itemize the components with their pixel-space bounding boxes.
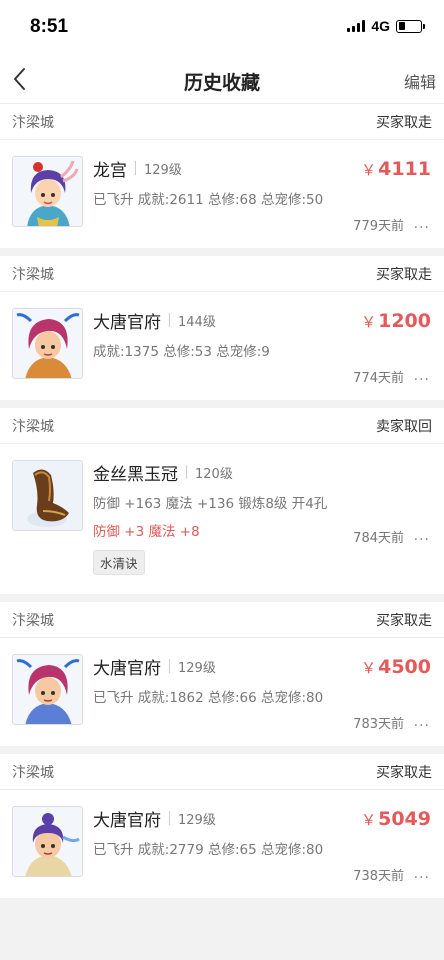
server-name: 汴梁城 — [12, 114, 54, 131]
card-body: 金丝黑玉冠 120级 防御 +163 魔法 +136 锻炼8级 开4孔 防御 +… — [0, 444, 444, 594]
battery-icon — [396, 19, 425, 33]
price-value: 5049 — [378, 808, 431, 830]
price-value: 4500 — [378, 656, 431, 678]
card-header: 汴梁城 买家取走 — [0, 602, 444, 638]
network-label: 4G — [371, 18, 390, 34]
server-name: 汴梁城 — [12, 612, 54, 629]
currency-symbol: ￥ — [361, 161, 377, 179]
status-icons: 4G — [347, 18, 425, 34]
favorite-time: 738天前 — [353, 869, 404, 884]
item-level: 144级 — [178, 314, 216, 330]
trade-status: 买家取走 — [376, 114, 432, 131]
card-header: 汴梁城 买家取走 — [0, 754, 444, 790]
favorite-card[interactable]: 汴梁城 买家取走 大唐官府 144级 成就:1375 总修:53 总宠修:9 ￥… — [0, 256, 444, 400]
item-description: 已飞升 成就:1862 总修:66 总宠修:80 — [93, 690, 324, 706]
character-avatar — [12, 806, 83, 877]
currency-symbol: ￥ — [361, 313, 377, 331]
item-description: 已飞升 成就:2779 总修:65 总宠修:80 — [93, 842, 324, 858]
card-body: 大唐官府 144级 成就:1375 总修:53 总宠修:9 ￥ 1200 774天… — [0, 292, 444, 400]
page-title: 历史收藏 — [183, 72, 260, 94]
price: ￥ 4500 — [361, 656, 431, 678]
more-icon[interactable]: ··· — [414, 372, 430, 388]
item-description: 已飞升 成就:2611 总修:68 总宠修:50 — [93, 192, 324, 208]
price-value: 4111 — [378, 158, 431, 180]
favorite-card[interactable]: 汴梁城 买家取走 大唐官府 129级 已飞升 成就:1862 总修:66 总宠修… — [0, 602, 444, 746]
card-header: 汴梁城 卖家取回 — [0, 408, 444, 444]
more-icon[interactable]: ··· — [414, 532, 430, 548]
item-level: 120级 — [195, 466, 233, 482]
nav-bar: 历史收藏 编辑 — [0, 54, 444, 104]
bonus-magic: 魔法 +8 — [148, 524, 200, 540]
item-level: 129级 — [178, 812, 216, 828]
edit-button[interactable]: 编辑 — [404, 69, 436, 93]
favorite-time: 784天前 — [353, 531, 404, 546]
item-name: 大唐官府 — [93, 658, 161, 679]
status-bar: 8:51 4G — [0, 0, 444, 54]
divider — [186, 465, 187, 479]
favorite-card[interactable]: 汴梁城 买家取走 大唐官府 129级 已飞升 成就:2779 总修:65 总宠修… — [0, 754, 444, 898]
currency-symbol: ￥ — [361, 659, 377, 677]
favorite-time: 774天前 — [353, 371, 404, 386]
equipment-icon — [12, 460, 83, 531]
favorite-time: 783天前 — [353, 717, 404, 732]
item-name: 金丝黑玉冠 — [93, 464, 178, 485]
price-value: 1200 — [378, 310, 431, 332]
skill-tag: 水清诀 — [93, 550, 145, 575]
divider — [135, 161, 136, 175]
item-level: 129级 — [178, 660, 216, 676]
card-body: 大唐官府 129级 已飞升 成就:1862 总修:66 总宠修:80 ￥ 4500… — [0, 638, 444, 746]
signal-icon — [347, 20, 366, 32]
character-avatar — [12, 308, 83, 379]
card-body: 大唐官府 129级 已飞升 成就:2779 总修:65 总宠修:80 ￥ 5049… — [0, 790, 444, 898]
divider — [169, 659, 170, 673]
more-icon[interactable]: ··· — [414, 220, 430, 236]
favorite-card[interactable]: 汴梁城 卖家取回 金丝黑玉冠 120级 防御 +163 魔法 +136 锻炼8级… — [0, 408, 444, 594]
item-level: 129级 — [144, 162, 182, 178]
item-description: 成就:1375 总修:53 总宠修:9 — [93, 344, 270, 360]
price: ￥ 5049 — [361, 808, 431, 830]
trade-status: 买家取走 — [376, 612, 432, 629]
more-icon[interactable]: ··· — [414, 870, 430, 886]
trade-status: 买家取走 — [376, 266, 432, 283]
item-name: 大唐官府 — [93, 312, 161, 333]
favorite-time: 779天前 — [353, 219, 404, 234]
card-body: 龙宫 129级 已飞升 成就:2611 总修:68 总宠修:50 ￥ 4111 7… — [0, 140, 444, 248]
character-avatar — [12, 654, 83, 725]
card-header: 汴梁城 买家取走 — [0, 104, 444, 140]
favorite-card[interactable]: 汴梁城 买家取走 龙宫 129级 已飞升 成就:2611 总修:68 总宠修:5… — [0, 104, 444, 248]
more-icon[interactable]: ··· — [414, 718, 430, 734]
item-name: 龙宫 — [93, 160, 127, 181]
character-avatar — [12, 156, 83, 227]
divider — [169, 313, 170, 327]
status-time: 8:51 — [30, 16, 69, 37]
currency-symbol: ￥ — [361, 811, 377, 829]
trade-status: 卖家取回 — [376, 418, 432, 435]
server-name: 汴梁城 — [12, 266, 54, 283]
server-name: 汴梁城 — [12, 764, 54, 781]
server-name: 汴梁城 — [12, 418, 54, 435]
item-name: 大唐官府 — [93, 810, 161, 831]
item-description: 防御 +163 魔法 +136 锻炼8级 开4孔 — [93, 496, 328, 512]
divider — [169, 811, 170, 825]
card-header: 汴梁城 买家取走 — [0, 256, 444, 292]
trade-status: 买家取走 — [376, 764, 432, 781]
bonus-defense: 防御 +3 — [93, 524, 149, 540]
price: ￥ 4111 — [361, 158, 431, 180]
price: ￥ 1200 — [361, 310, 431, 332]
